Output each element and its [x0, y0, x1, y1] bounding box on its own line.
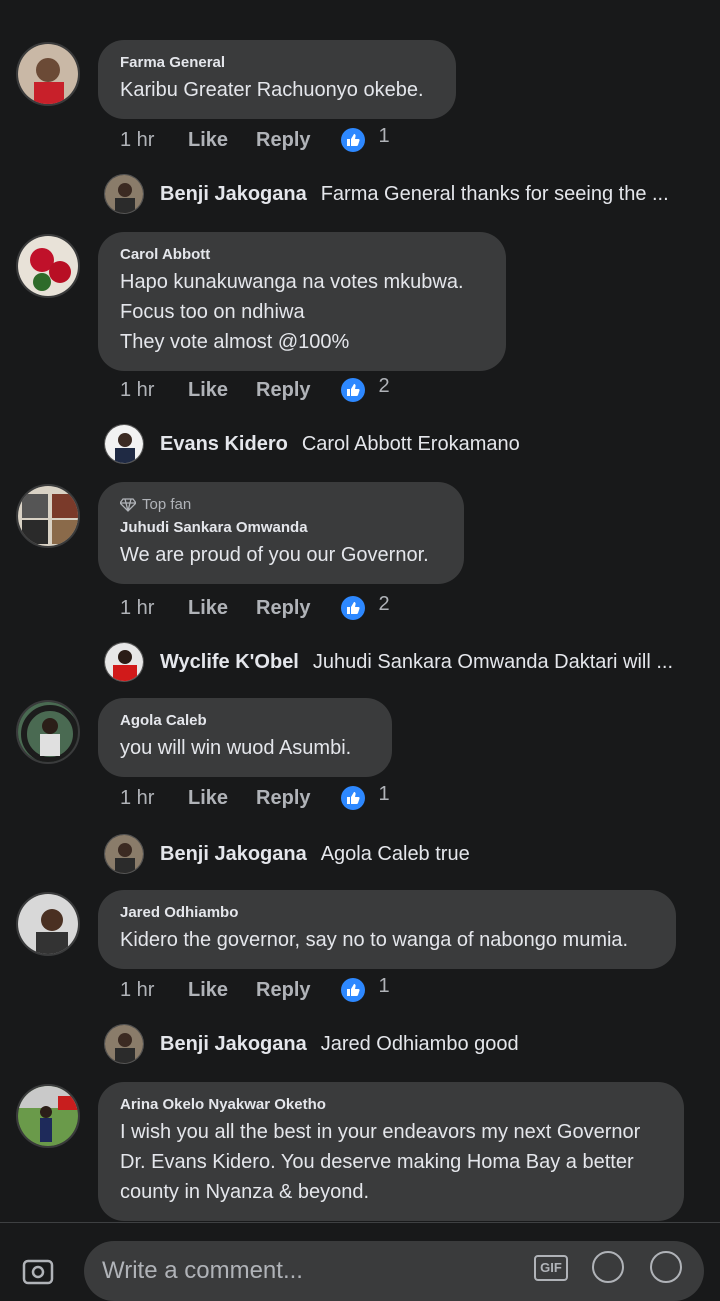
reply-preview[interactable]: Benji Jakogana Agola Caleb true [104, 834, 470, 874]
avatar[interactable] [16, 1084, 80, 1148]
like-reaction-icon[interactable] [340, 786, 365, 810]
comment-author[interactable]: Jared Odhiambo [120, 904, 654, 921]
like-reaction-icon[interactable] [340, 128, 365, 152]
comment-time[interactable]: 1 hr [120, 597, 188, 620]
reaction-count[interactable]: 2 [379, 593, 390, 616]
reply-author[interactable]: Benji Jakogana [160, 843, 307, 866]
comment-bubble[interactable]: Carol Abbott Hapo kunakuwanga na votes m… [98, 232, 506, 371]
like-button[interactable]: Like [188, 597, 228, 620]
comments-feed: Farma General Karibu Greater Rachuonyo o… [0, 0, 720, 1222]
comment-text: Kidero the governor, say no to wanga of … [120, 929, 629, 951]
comment-bubble[interactable]: Top fan Juhudi Sankara Omwanda We are pr… [98, 482, 464, 584]
comment-text: We are proud of you our Governor. [120, 544, 429, 566]
reply-text: Agola Caleb true [320, 842, 470, 865]
diamond-icon [120, 497, 136, 512]
comment-text-line: Hapo kunakuwanga na votes mkubwa. [120, 271, 464, 293]
like-button[interactable]: Like [188, 129, 228, 152]
comment-text: Karibu Greater Rachuonyo okebe. [120, 79, 424, 101]
comment-author[interactable]: Juhudi Sankara Omwanda [120, 519, 442, 536]
comment-actions: 1 hr Like Reply 1 [120, 125, 390, 152]
reaction-count[interactable]: 1 [379, 975, 390, 998]
reply-preview[interactable]: Benji Jakogana Jared Odhiambo good [104, 1024, 519, 1064]
reply-author[interactable]: Benji Jakogana [160, 1033, 307, 1056]
comment-time[interactable]: 1 hr [120, 379, 188, 402]
reply-avatar[interactable] [104, 834, 144, 874]
comment-text-line: county in Nyanza & beyond. [120, 1181, 370, 1203]
like-button[interactable]: Like [188, 979, 228, 1002]
reply-button[interactable]: Reply [256, 129, 310, 152]
reaction-count[interactable]: 1 [379, 125, 390, 148]
comment-time[interactable]: 1 hr [120, 787, 188, 810]
like-button[interactable]: Like [188, 379, 228, 402]
avatar[interactable] [16, 892, 80, 956]
reply-text: Carol Abbott Erokamano [301, 432, 520, 455]
reply-avatar[interactable] [104, 424, 144, 464]
reply-author[interactable]: Wyclife K'Obel [160, 651, 299, 674]
reaction-count[interactable]: 2 [379, 375, 390, 398]
avatar[interactable] [16, 42, 80, 106]
comment-bubble[interactable]: Farma General Karibu Greater Rachuonyo o… [98, 40, 456, 119]
comment-bubble[interactable]: Agola Caleb you will win wuod Asumbi. [98, 698, 392, 777]
comment-time[interactable]: 1 hr [120, 129, 188, 152]
comment-input-placeholder[interactable]: Write a comment... [102, 1257, 303, 1285]
comment-text-line: Focus too on ndhiwa [120, 301, 305, 323]
reply-button[interactable]: Reply [256, 379, 310, 402]
comment-text-line: They vote almost @100% [120, 331, 350, 353]
reply-preview[interactable]: Wyclife K'Obel Juhudi Sankara Omwanda Da… [104, 642, 673, 682]
reaction-count[interactable]: 1 [379, 783, 390, 806]
reply-avatar[interactable] [104, 174, 144, 214]
top-fan-label: Top fan [142, 496, 192, 513]
reply-preview[interactable]: Evans Kidero Carol Abbott Erokamano [104, 424, 520, 464]
like-reaction-icon[interactable] [340, 378, 365, 402]
comment-actions: 1 hr Like Reply 2 [120, 375, 390, 402]
like-reaction-icon[interactable] [340, 596, 365, 620]
avatar[interactable] [16, 700, 80, 764]
comment-time[interactable]: 1 hr [120, 979, 188, 1002]
like-reaction-icon[interactable] [340, 978, 365, 1002]
comment-actions: 1 hr Like Reply 2 [120, 593, 390, 620]
comment-input[interactable]: Write a comment... GIF [84, 1241, 704, 1301]
comment-text: you will win wuod Asumbi. [120, 737, 352, 759]
reply-text: Juhudi Sankara Omwanda Daktari will ... [312, 650, 674, 673]
like-button[interactable]: Like [188, 787, 228, 810]
comment-composer: Write a comment... GIF [0, 1222, 720, 1301]
reply-avatar[interactable] [104, 642, 144, 682]
comment-actions: 1 hr Like Reply 1 [120, 783, 390, 810]
comment-author[interactable]: Arina Okelo Nyakwar Oketho [120, 1096, 662, 1113]
emoji-icon[interactable] [650, 1251, 682, 1283]
comment-bubble[interactable]: Arina Okelo Nyakwar Oketho I wish you al… [98, 1082, 684, 1221]
reply-author[interactable]: Evans Kidero [160, 433, 288, 456]
reply-button[interactable]: Reply [256, 787, 310, 810]
reply-preview[interactable]: Benji Jakogana Farma General thanks for … [104, 174, 669, 214]
comment-author[interactable]: Carol Abbott [120, 246, 484, 263]
reply-text: Jared Odhiambo good [320, 1032, 519, 1055]
reply-text: Farma General thanks for seeing the ... [320, 182, 669, 205]
gif-button[interactable]: GIF [534, 1255, 568, 1281]
avatar[interactable] [16, 484, 80, 548]
comment-text-line: Dr. Evans Kidero. You deserve making Hom… [120, 1151, 634, 1173]
camera-icon[interactable] [22, 1255, 56, 1290]
comment-author[interactable]: Farma General [120, 54, 434, 71]
mention-icon[interactable] [592, 1251, 624, 1283]
reply-button[interactable]: Reply [256, 597, 310, 620]
comment-bubble[interactable]: Jared Odhiambo Kidero the governor, say … [98, 890, 676, 969]
comment-author[interactable]: Agola Caleb [120, 712, 370, 729]
avatar[interactable] [16, 234, 80, 298]
reply-author[interactable]: Benji Jakogana [160, 183, 307, 206]
comment-actions: 1 hr Like Reply 1 [120, 975, 390, 1002]
reply-avatar[interactable] [104, 1024, 144, 1064]
comment-text-line: I wish you all the best in your endeavor… [120, 1121, 641, 1143]
reply-button[interactable]: Reply [256, 979, 310, 1002]
top-fan-badge: Top fan [120, 496, 442, 513]
